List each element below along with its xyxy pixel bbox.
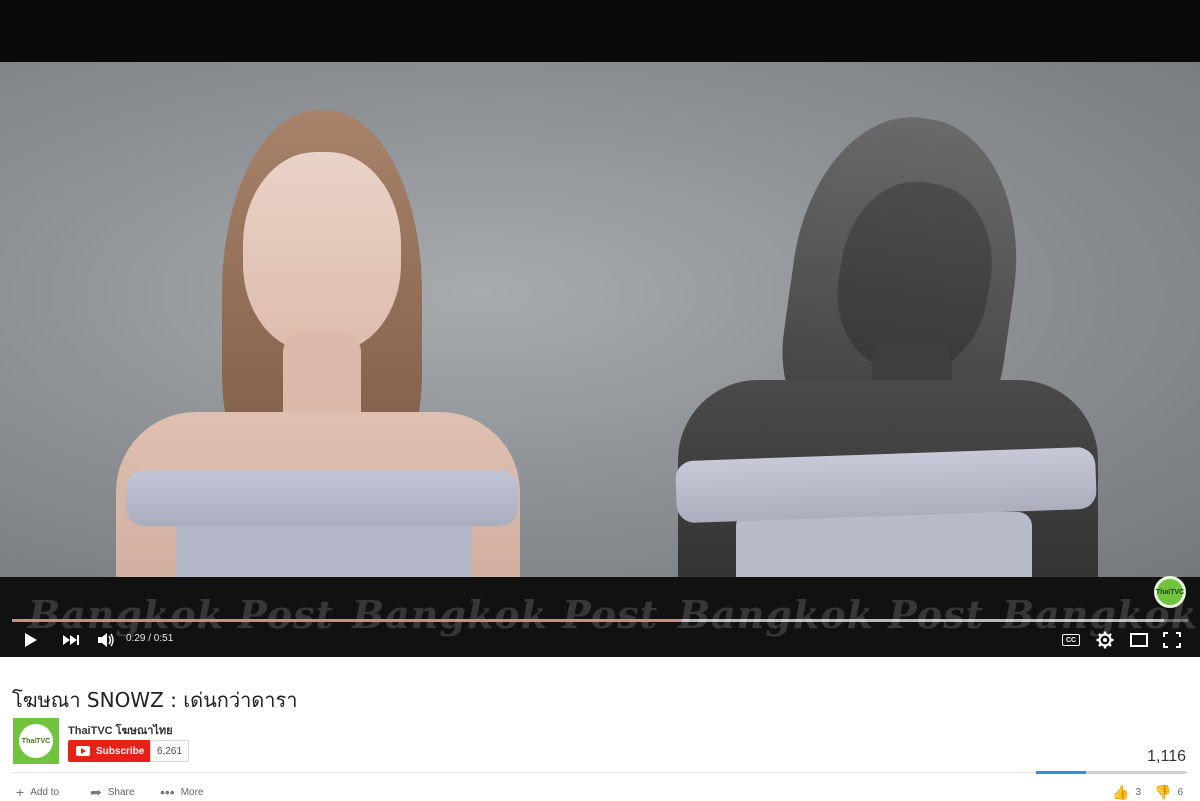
dislike-count: 6 xyxy=(1177,787,1183,798)
channel-avatar[interactable]: ThaiTVC xyxy=(13,718,59,764)
theater-mode-button[interactable] xyxy=(1128,629,1150,651)
like-button[interactable]: 👍 3 xyxy=(1112,784,1141,801)
divider xyxy=(12,772,1188,773)
play-icon xyxy=(25,633,37,647)
like-ratio-fill xyxy=(1036,771,1086,774)
video-title: โฆษณา SNOWZ : เด่นกว่าดารา xyxy=(12,688,298,712)
theater-icon xyxy=(1130,633,1148,647)
letterbox-top xyxy=(0,0,1200,62)
captions-icon: CC xyxy=(1062,634,1080,646)
thumbs-up-icon: 👍 xyxy=(1112,784,1130,800)
share-label: Share xyxy=(107,787,135,798)
channel-name[interactable]: ThaiTVC โฆษณาไทย xyxy=(68,721,173,739)
more-button[interactable]: ••• More xyxy=(160,784,204,800)
captions-label: CC xyxy=(1065,636,1077,644)
video-player[interactable]: Bangkok Post Bangkok Post Bangkok Post B… xyxy=(0,0,1200,657)
right-figure-dress xyxy=(736,512,1032,577)
watermark: Bangkok Post xyxy=(678,592,985,637)
share-icon: ➦ xyxy=(90,784,102,800)
like-count: 3 xyxy=(1135,787,1141,798)
more-label: More xyxy=(180,786,204,798)
more-icon: ••• xyxy=(160,784,175,800)
add-to-button[interactable]: + Add to xyxy=(16,784,59,800)
left-figure-dress-band xyxy=(126,470,518,526)
fullscreen-icon xyxy=(1163,632,1181,648)
gear-icon xyxy=(1096,631,1114,649)
volume-button[interactable] xyxy=(94,629,118,651)
video-frame[interactable] xyxy=(0,62,1200,577)
subscribe-button[interactable]: Subscribe xyxy=(68,740,153,762)
channel-watermark-logo[interactable]: ThaiTVC xyxy=(1154,576,1186,608)
next-button[interactable] xyxy=(58,629,84,651)
time-display: 0:29 / 0:51 xyxy=(126,633,174,644)
progress-bar[interactable] xyxy=(12,619,1188,622)
play-button[interactable] xyxy=(20,629,42,651)
volume-icon xyxy=(98,633,114,647)
thumbs-down-icon: 👎 xyxy=(1154,784,1172,800)
share-button[interactable]: ➦ Share xyxy=(90,784,134,801)
subscribe-label: Subscribe xyxy=(96,745,145,757)
channel-bug-text: ThaiTVC xyxy=(1155,588,1185,596)
watermark: Bangkok Post xyxy=(352,592,659,637)
like-dislike-bar xyxy=(1036,771,1186,774)
view-count: 1,116 xyxy=(1147,748,1186,765)
fullscreen-button[interactable] xyxy=(1160,629,1184,651)
subscriber-count: 6,261 xyxy=(150,740,190,762)
progress-fill xyxy=(12,619,682,622)
settings-button[interactable] xyxy=(1094,629,1116,651)
plus-icon: + xyxy=(16,784,25,800)
avatar-text: ThaiTVC xyxy=(21,737,51,745)
captions-button[interactable]: CC xyxy=(1060,629,1082,651)
left-figure-face xyxy=(243,152,401,352)
dislike-button[interactable]: 👎 6 xyxy=(1154,784,1183,801)
youtube-logo-icon xyxy=(76,746,90,756)
next-icon xyxy=(63,635,79,645)
add-to-label: Add to xyxy=(30,786,60,798)
buffer-bar xyxy=(681,619,1165,622)
